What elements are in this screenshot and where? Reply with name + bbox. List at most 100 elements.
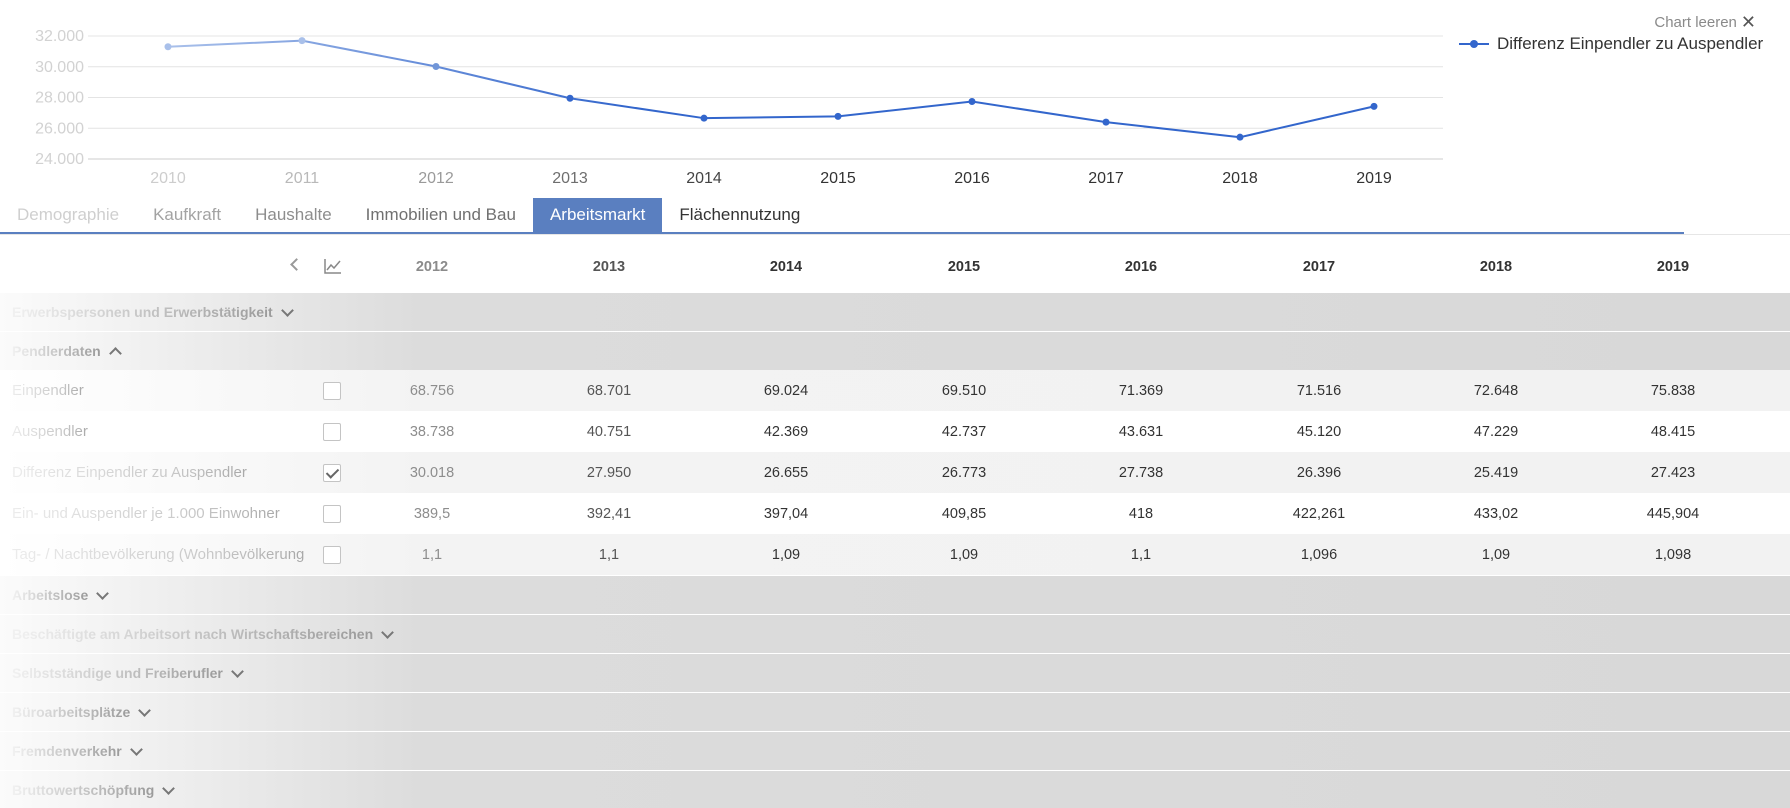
table-cell: 42.369	[763, 423, 809, 440]
table-cell: 1,1	[421, 546, 443, 563]
clear-chart-label: Chart leeren	[1654, 13, 1737, 31]
table-cell: 26.655	[763, 464, 809, 481]
section-toggle[interactable]: Büroarbeitsplätze	[12, 703, 152, 720]
section-toggle[interactable]: Fremdenverkehr	[12, 742, 143, 759]
y-tick-label: 32.000	[35, 28, 84, 45]
column-header-year: 2019	[1656, 259, 1690, 275]
table-cell: 389,5	[413, 505, 451, 522]
chevron-down-icon[interactable]	[381, 625, 394, 639]
row-label-text: Tag- / Nachtbevölkerung (Wohnbevölkerung	[12, 546, 305, 563]
section-label: Fremdenverkehr	[12, 743, 122, 759]
section-toggle[interactable]: Beschäftigte am Arbeitsort nach Wirtscha…	[12, 625, 394, 642]
clear-chart-button[interactable]: Chart leeren ✕	[1654, 13, 1756, 31]
column-header-year: 2015	[947, 259, 981, 275]
y-tick-label: 26.000	[35, 120, 84, 137]
chart-legend[interactable]: Differenz Einpendler zu Auspendler	[1459, 34, 1763, 54]
tab-flächennutzung[interactable]: Flächennutzung	[662, 198, 817, 232]
table-cell: 42.737	[941, 423, 987, 440]
chart-toggle-checkbox[interactable]	[323, 463, 341, 482]
chevron-down-icon[interactable]	[96, 586, 110, 600]
chart-icon[interactable]	[324, 258, 342, 274]
tab-haushalte[interactable]: Haushalte	[238, 198, 349, 232]
x-tick-label: 2019	[1356, 170, 1392, 187]
table-cell: 69.024	[763, 382, 809, 399]
table-cell: 1,1	[598, 546, 620, 563]
x-tick-label: 2016	[954, 170, 990, 187]
legend-line-marker	[1459, 37, 1489, 51]
chevron-left-icon[interactable]	[290, 258, 303, 271]
table-cell: 27.950	[586, 464, 632, 481]
chevron-down-icon[interactable]	[280, 303, 294, 317]
series-line	[167, 39, 1375, 139]
table-row: Auspendler 38.738 40.751 42.369 42.737 43.631…	[0, 411, 1790, 452]
row-label-text: Differenz Einpendler zu Auspendler	[12, 464, 247, 481]
data-point	[566, 94, 574, 102]
close-icon: ✕	[1740, 12, 1756, 32]
table-row: Einpendler 68.756 68.701 69.024 69.510 71.369…	[0, 370, 1790, 411]
table-cell: 27.738	[1118, 464, 1164, 481]
row-label-text: Einpendler	[12, 382, 84, 399]
section-header[interactable]: Beschäftigte am Arbeitsort nach Wirtscha…	[0, 614, 1790, 653]
column-header-year: 2013	[592, 259, 626, 275]
section-toggle[interactable]: Erwerbspersonen und Erwerbstätigkeit	[12, 303, 294, 320]
table-header-row: 2012 2013 2014 2015 2016 2017 2018 2019	[0, 242, 1790, 292]
table-cell: 1,09	[949, 546, 979, 563]
data-point	[700, 114, 708, 122]
section-header[interactable]: Büroarbeitsplätze	[0, 692, 1790, 731]
chart-toggle-checkbox[interactable]	[323, 545, 341, 564]
table-cell: 38.738	[409, 423, 455, 440]
section-header[interactable]: Fremdenverkehr	[0, 731, 1790, 770]
tab-demographie[interactable]: Demographie	[0, 198, 136, 232]
section-header[interactable]: Selbstständige und Freiberufler	[0, 653, 1790, 692]
section-toggle[interactable]: Bruttowertschöpfung	[12, 781, 176, 798]
table-cell: 75.838	[1650, 382, 1696, 399]
table-row: Tag- / Nachtbevölkerung (Wohnbevölkerung…	[0, 534, 1790, 575]
x-tick-label: 2012	[418, 170, 454, 187]
section-header[interactable]: Arbeitslose	[0, 575, 1790, 614]
section-toggle[interactable]: Arbeitslose	[12, 586, 110, 603]
column-header-year: 2017	[1302, 259, 1336, 275]
chart-toggle-checkbox[interactable]	[323, 381, 341, 400]
divider	[0, 234, 1790, 235]
section-label: Selbstständige und Freiberufler	[12, 665, 223, 681]
section-label: Erwerbspersonen und Erwerbstätigkeit	[12, 304, 273, 320]
section-toggle[interactable]: Pendlerdaten	[12, 343, 122, 360]
data-point	[1370, 102, 1378, 110]
x-tick-label: 2015	[820, 170, 856, 187]
section-label: Pendlerdaten	[12, 343, 101, 359]
column-header-year: 2018	[1479, 259, 1513, 275]
row-label: Einpendler	[12, 382, 312, 399]
section-header[interactable]: Bruttowertschöpfung	[0, 770, 1790, 808]
tab-immobilien-und-bau[interactable]: Immobilien und Bau	[349, 198, 533, 232]
table-cell: 433,02	[1473, 505, 1519, 522]
table-cell: 445,904	[1646, 505, 1700, 522]
section-toggle[interactable]: Selbstständige und Freiberufler	[12, 664, 244, 681]
row-label: Ein- und Auspendler je 1.000 Einwohner	[12, 505, 312, 522]
chevron-up-icon[interactable]	[108, 346, 122, 360]
section-header[interactable]: Pendlerdaten	[0, 331, 1790, 370]
table-cell: 26.773	[941, 464, 987, 481]
data-point	[298, 37, 306, 45]
data-point	[1102, 118, 1110, 126]
column-header-year: 2014	[769, 259, 803, 275]
tab-arbeitsmarkt[interactable]: Arbeitsmarkt	[532, 198, 663, 232]
chevron-down-icon[interactable]	[129, 742, 143, 756]
data-point	[164, 43, 172, 51]
table-cell: 26.396	[1296, 464, 1342, 481]
table-cell: 409,85	[941, 505, 987, 522]
x-tick-label: 2010	[150, 170, 186, 187]
chevron-down-icon[interactable]	[162, 781, 176, 795]
tab-kaufkraft[interactable]: Kaufkraft	[136, 198, 238, 232]
chart-toggle-checkbox[interactable]	[323, 504, 341, 523]
chart-area: 32.000 30.000 28.000 26.000 24.000 2010 2011 20…	[0, 0, 1790, 200]
chevron-down-icon[interactable]	[230, 664, 244, 678]
chart-toggle-checkbox[interactable]	[323, 422, 341, 441]
section-header[interactable]: Erwerbspersonen und Erwerbstätigkeit	[0, 292, 1790, 331]
category-tabs: Demographie Kaufkraft Haushalte Immobilien …	[0, 198, 1684, 234]
table-row: Differenz Einpendler zu Auspendler 30.018…	[0, 452, 1790, 493]
chevron-down-icon[interactable]	[138, 703, 152, 717]
table-cell: 1,09	[1481, 546, 1511, 563]
table-cell: 72.648	[1473, 382, 1519, 399]
table-cell: 25.419	[1473, 464, 1519, 481]
x-tick-label: 2017	[1088, 170, 1124, 187]
